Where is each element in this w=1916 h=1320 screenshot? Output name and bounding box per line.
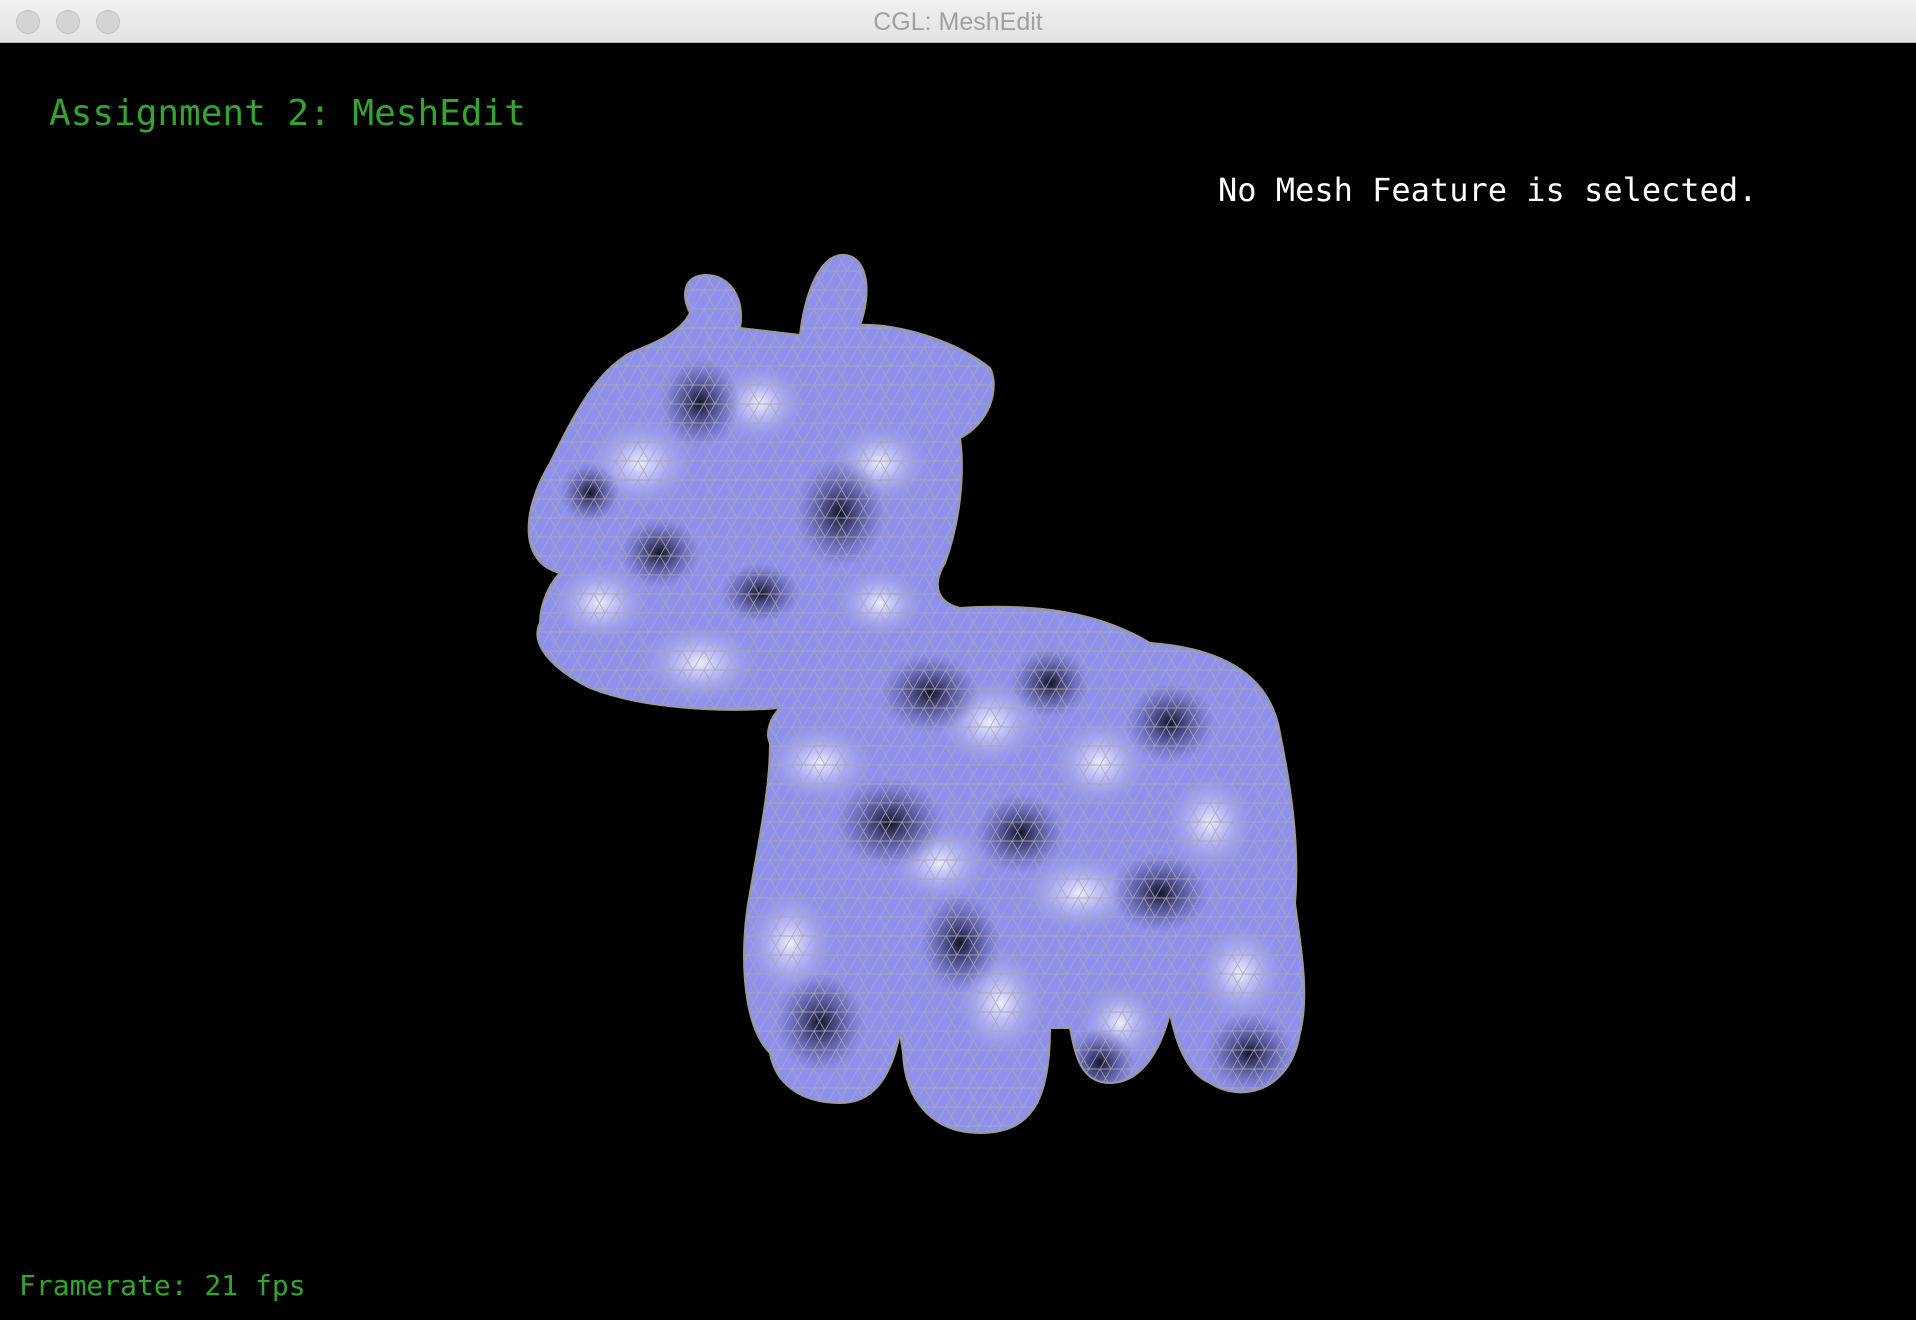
selection-status: No Mesh Feature is selected. — [1218, 171, 1758, 209]
window-title: CGL: MeshEdit — [873, 8, 1043, 36]
render-viewport[interactable]: Assignment 2: MeshEdit No Mesh Feature i… — [0, 43, 1916, 1320]
cow-mesh[interactable] — [0, 43, 1916, 1320]
app-window: CGL: MeshEdit Assignment 2: MeshEdit No … — [0, 0, 1916, 1320]
framerate-readout: Framerate: 21 fps — [19, 1269, 306, 1302]
title-bar[interactable]: CGL: MeshEdit — [0, 0, 1916, 43]
assignment-title: Assignment 2: MeshEdit — [49, 93, 526, 134]
cow-body — [527, 253, 1306, 1134]
